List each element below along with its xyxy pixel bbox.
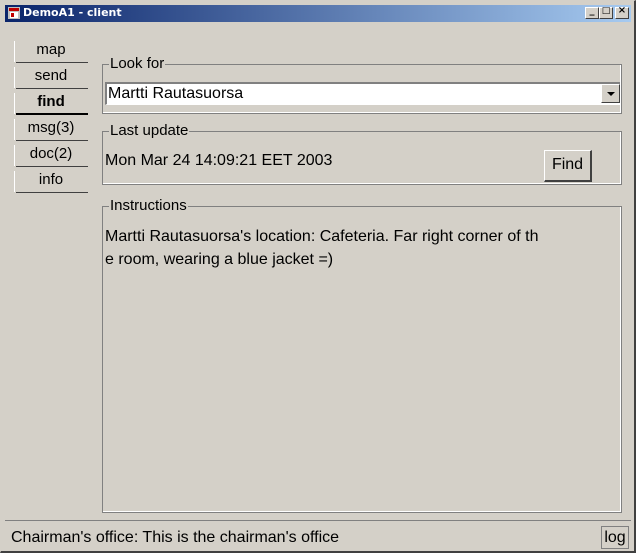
instructions-line: e room, wearing a blue jacket =)	[105, 251, 334, 268]
tab-edge	[16, 62, 88, 63]
instructions-text: Martti Rautasuorsa's location: Cafeteria…	[105, 225, 538, 271]
tab-label: find	[37, 93, 65, 110]
tab-info[interactable]: info	[14, 169, 94, 195]
last-update-timestamp: Mon Mar 24 14:09:21 EET 2003	[105, 152, 333, 169]
close-button[interactable]: ×	[615, 5, 629, 19]
look-for-group: Look for Martti Rautasuorsa	[102, 55, 622, 114]
window-title: DemoA1 - client	[23, 6, 122, 19]
tab-msg[interactable]: msg(3)	[14, 117, 94, 143]
maximize-icon: □	[601, 6, 611, 16]
tab-doc[interactable]: doc(2)	[14, 143, 94, 169]
tab-edge	[16, 140, 88, 141]
person-select-value: Martti Rautasuorsa	[108, 85, 244, 102]
tab-edge	[16, 113, 88, 115]
log-button[interactable]: log	[601, 526, 629, 549]
minimize-button[interactable]: _	[585, 5, 599, 19]
minimize-icon: _	[589, 5, 595, 16]
tab-edge	[16, 166, 88, 167]
tab-edge	[16, 88, 88, 89]
chevron-down-icon[interactable]	[601, 84, 620, 103]
app-window: DemoA1 - client _ □ × map send find msg(…	[0, 0, 636, 553]
status-text: Chairman's office: This is the chairman'…	[11, 529, 340, 546]
tab-strip: map send find msg(3) doc(2) info	[14, 39, 94, 195]
tab-label: map	[36, 41, 66, 58]
last-update-group: Last update Mon Mar 24 14:09:21 EET 2003…	[102, 122, 622, 185]
close-icon: ×	[617, 5, 627, 16]
window-controls: _ □ ×	[585, 5, 629, 20]
tab-label: send	[34, 67, 68, 84]
tab-label: msg(3)	[27, 119, 75, 136]
tab-map[interactable]: map	[14, 39, 94, 65]
status-bar: Chairman's office: This is the chairman'…	[5, 520, 631, 550]
tab-label: doc(2)	[29, 145, 73, 162]
app-icon	[8, 7, 20, 19]
tab-find[interactable]: find	[14, 91, 94, 117]
tab-send[interactable]: send	[14, 65, 94, 91]
maximize-button[interactable]: □	[599, 6, 613, 19]
person-select[interactable]: Martti Rautasuorsa	[105, 82, 621, 105]
tab-edge	[16, 192, 88, 193]
instructions-group: Instructions Martti Rautasuorsa's locati…	[102, 197, 622, 513]
tab-label: info	[38, 171, 64, 188]
last-update-legend: Last update	[109, 122, 190, 139]
instructions-line: Martti Rautasuorsa's location: Cafeteria…	[105, 228, 539, 245]
find-button[interactable]: Find	[544, 150, 592, 182]
instructions-legend: Instructions	[109, 197, 188, 214]
look-for-legend: Look for	[109, 55, 166, 72]
title-bar[interactable]: DemoA1 - client _ □ ×	[5, 5, 631, 22]
